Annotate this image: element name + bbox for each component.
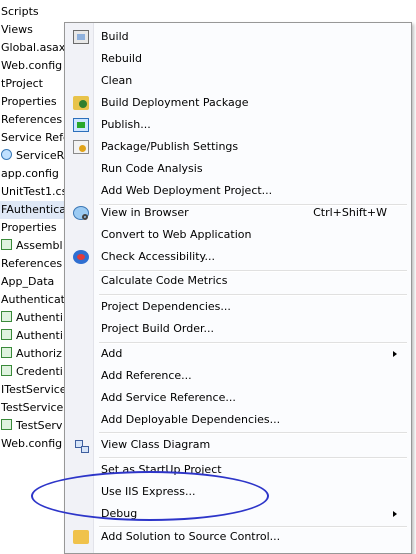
- menu-item-use-iis-express[interactable]: Use IIS Express...: [67, 481, 409, 503]
- tree-item[interactable]: tProject: [0, 75, 43, 93]
- menu-item-view-class-diagram[interactable]: View Class Diagram: [67, 434, 409, 456]
- tree-item[interactable]: References: [0, 255, 62, 273]
- menu-item-add-web-deployment-project[interactable]: Add Web Deployment Project...: [67, 180, 409, 202]
- menu-item-add-deployable-dependencies[interactable]: Add Deployable Dependencies...: [67, 409, 409, 431]
- tree-item[interactable]: Assembl: [0, 237, 63, 255]
- code-file-icon: [1, 347, 12, 358]
- tree-item[interactable]: TestService.s: [0, 399, 70, 417]
- code-file-icon: [1, 365, 12, 376]
- deployment-package-icon: [73, 96, 89, 110]
- tree-item[interactable]: Scripts: [0, 3, 39, 21]
- menu-item-set-as-startup-project[interactable]: Set as StartUp Project: [67, 459, 409, 481]
- menu-item-clean[interactable]: Clean: [67, 70, 409, 92]
- menu-item-project-dependencies[interactable]: Project Dependencies...: [67, 296, 409, 318]
- globe-icon: [1, 149, 12, 160]
- tree-item[interactable]: Web.config: [0, 57, 62, 75]
- tree-item[interactable]: Properties: [0, 219, 57, 237]
- menu-item-rebuild[interactable]: Rebuild: [67, 48, 409, 70]
- code-file-icon: [1, 311, 12, 322]
- publish-icon: [73, 118, 89, 132]
- build-icon: [73, 30, 89, 44]
- accessibility-icon: [73, 250, 89, 264]
- menu-item-check-accessibility[interactable]: Check Accessibility...: [67, 246, 409, 268]
- project-context-menu: Build Rebuild Clean Build Deployment Pac…: [64, 22, 412, 554]
- submenu-arrow-icon: [393, 511, 397, 517]
- code-file-icon: [1, 239, 12, 250]
- menu-item-build[interactable]: Build: [67, 26, 409, 48]
- tree-item[interactable]: Service Refe: [0, 129, 70, 147]
- code-file-icon: [1, 419, 12, 430]
- tree-item[interactable]: Authenti: [0, 327, 63, 345]
- tree-item[interactable]: TestServ: [0, 417, 62, 435]
- menu-item-add-reference[interactable]: Add Reference...: [67, 365, 409, 387]
- tree-item[interactable]: Web.config: [0, 435, 62, 453]
- tree-item[interactable]: ITestService.: [0, 381, 70, 399]
- tree-item[interactable]: App_Data: [0, 273, 54, 291]
- settings-icon: [73, 140, 89, 154]
- menu-item-project-build-order[interactable]: Project Build Order...: [67, 318, 409, 340]
- tree-item[interactable]: Credenti: [0, 363, 63, 381]
- code-file-icon: [1, 329, 12, 340]
- menu-item-add-service-reference[interactable]: Add Service Reference...: [67, 387, 409, 409]
- tree-item[interactable]: app.config: [0, 165, 59, 183]
- shortcut-text: Ctrl+Shift+W: [313, 206, 387, 219]
- tree-item[interactable]: References: [0, 111, 62, 129]
- tree-item-selected[interactable]: FAuthentica: [0, 201, 66, 219]
- menu-item-run-code-analysis[interactable]: Run Code Analysis: [67, 158, 409, 180]
- menu-item-publish[interactable]: Publish...: [67, 114, 409, 136]
- tree-item[interactable]: Properties: [0, 93, 57, 111]
- menu-item-view-in-browser[interactable]: View in Browser Ctrl+Shift+W: [67, 202, 409, 224]
- tree-item[interactable]: Authenticatio: [0, 291, 70, 309]
- class-diagram-icon: [73, 438, 89, 453]
- menu-item-package-publish-settings[interactable]: Package/Publish Settings: [67, 136, 409, 158]
- tree-item[interactable]: Global.asax: [0, 39, 65, 57]
- solution-explorer-tree: Scripts Views Global.asax Web.config tPr…: [0, 0, 70, 539]
- tree-item[interactable]: UnitTest1.cs: [0, 183, 67, 201]
- menu-item-calculate-code-metrics[interactable]: Calculate Code Metrics: [67, 270, 409, 292]
- tree-item[interactable]: ServiceR: [0, 147, 64, 165]
- browser-icon: [73, 206, 89, 220]
- tree-item[interactable]: Authenti: [0, 309, 63, 327]
- menu-item-add[interactable]: Add: [67, 343, 409, 365]
- submenu-arrow-icon: [393, 351, 397, 357]
- tree-item[interactable]: Authoriz: [0, 345, 62, 363]
- tree-item[interactable]: Views: [0, 21, 33, 39]
- menu-item-convert-to-web-application[interactable]: Convert to Web Application: [67, 224, 409, 246]
- source-control-icon: [73, 530, 89, 544]
- menu-item-debug[interactable]: Debug: [67, 503, 409, 525]
- menu-item-build-deployment-package[interactable]: Build Deployment Package: [67, 92, 409, 114]
- menu-item-add-solution-to-source-control[interactable]: Add Solution to Source Control...: [67, 526, 409, 548]
